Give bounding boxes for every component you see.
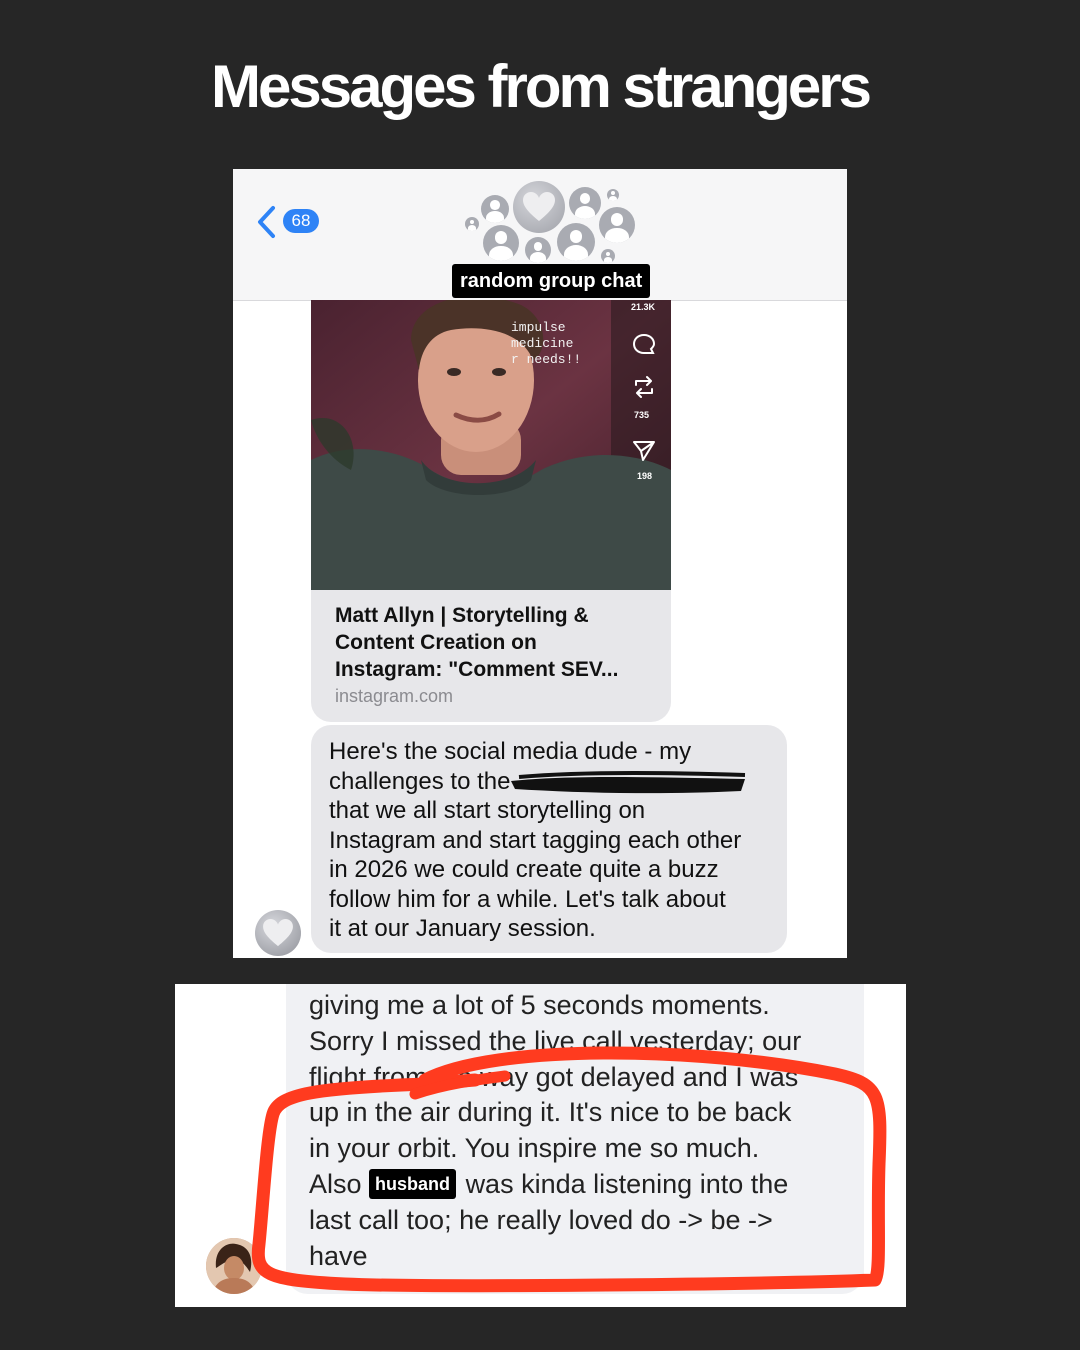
message-line: in 2026 we could create quite a buzz — [329, 856, 719, 883]
link-preview-domain: instagram.com — [335, 686, 454, 706]
reel-stat-shares: 198 — [637, 471, 653, 481]
message-line: Instagram and start tagging each other — [329, 826, 742, 854]
message-line: Also husband was kinda listening into th… — [309, 1167, 856, 1203]
reel-stat-reposts: 735 — [634, 410, 650, 420]
repost-icon — [635, 376, 653, 398]
message-line: have — [309, 1240, 368, 1271]
reel-thumbnail-image — [311, 300, 671, 590]
person-icon — [465, 217, 479, 231]
reel-caption: impulse medicine r needs!! — [511, 320, 582, 367]
headline: Messages from strangers — [211, 53, 872, 120]
sender-avatar[interactable] — [206, 1238, 262, 1294]
direct-message-screenshot: giving me a lot of 5 seconds moments. So… — [175, 984, 906, 1307]
group-name-label: random group chat — [452, 264, 651, 298]
message-text: was kinda listening into the — [465, 1168, 789, 1199]
person-icon — [557, 223, 595, 261]
chat-nav-bar: 68 random group chat — [233, 169, 847, 301]
person-icon — [599, 207, 635, 243]
group-chat-screenshot: 68 random group chat impulse medicine r … — [233, 169, 847, 958]
link-preview-card[interactable]: Matt Allyn | Storytelling & Content Crea… — [311, 590, 671, 722]
unread-count-badge[interactable]: 68 — [283, 209, 319, 233]
message-line: giving me a lot of 5 seconds moments. — [309, 990, 770, 1020]
received-message-bubble: giving me a lot of 5 seconds moments. So… — [286, 984, 864, 1294]
person-icon — [481, 195, 509, 223]
group-avatar-cluster[interactable] — [463, 181, 643, 271]
person-icon — [601, 249, 615, 263]
reel-stat-top: 21.3K — [631, 302, 656, 312]
message-line: in your orbit. You inspire me so much. — [309, 1133, 760, 1164]
message-line: up in the air during it. It's nice to be… — [309, 1097, 792, 1128]
person-icon — [483, 225, 519, 261]
person-icon — [569, 187, 601, 219]
reel-thumbnail[interactable]: impulse medicine r needs!! 21.3K 735 198 — [311, 300, 671, 590]
message-line: follow him for a while. Let's talk about — [329, 885, 726, 913]
message-line: Here's the social media dude - my — [329, 738, 692, 765]
person-icon — [525, 237, 551, 263]
message-line: that we all start storytelling on — [329, 797, 646, 824]
redaction-scribble — [511, 771, 746, 794]
redaction-label: husband — [369, 1168, 457, 1199]
link-preview-title: Matt Allyn | Storytelling & Content Crea… — [335, 604, 619, 681]
heart-icon[interactable] — [255, 910, 301, 956]
back-chevron-icon[interactable] — [255, 205, 277, 239]
share-icon — [633, 441, 655, 461]
message-line: last call too; he really loved do -> be … — [309, 1204, 773, 1235]
person-icon — [607, 189, 619, 201]
heart-icon — [513, 181, 565, 233]
message-text: Also — [309, 1168, 362, 1199]
message-line: Sorry I missed the live call vesterday; … — [309, 1025, 802, 1056]
message-line: it at our January session. — [329, 915, 596, 942]
comment-icon — [632, 333, 656, 354]
message-line: flight from the way got delayed and I wa… — [309, 1061, 799, 1092]
received-message-bubble: Here's the social media dude - my challe… — [311, 725, 787, 953]
